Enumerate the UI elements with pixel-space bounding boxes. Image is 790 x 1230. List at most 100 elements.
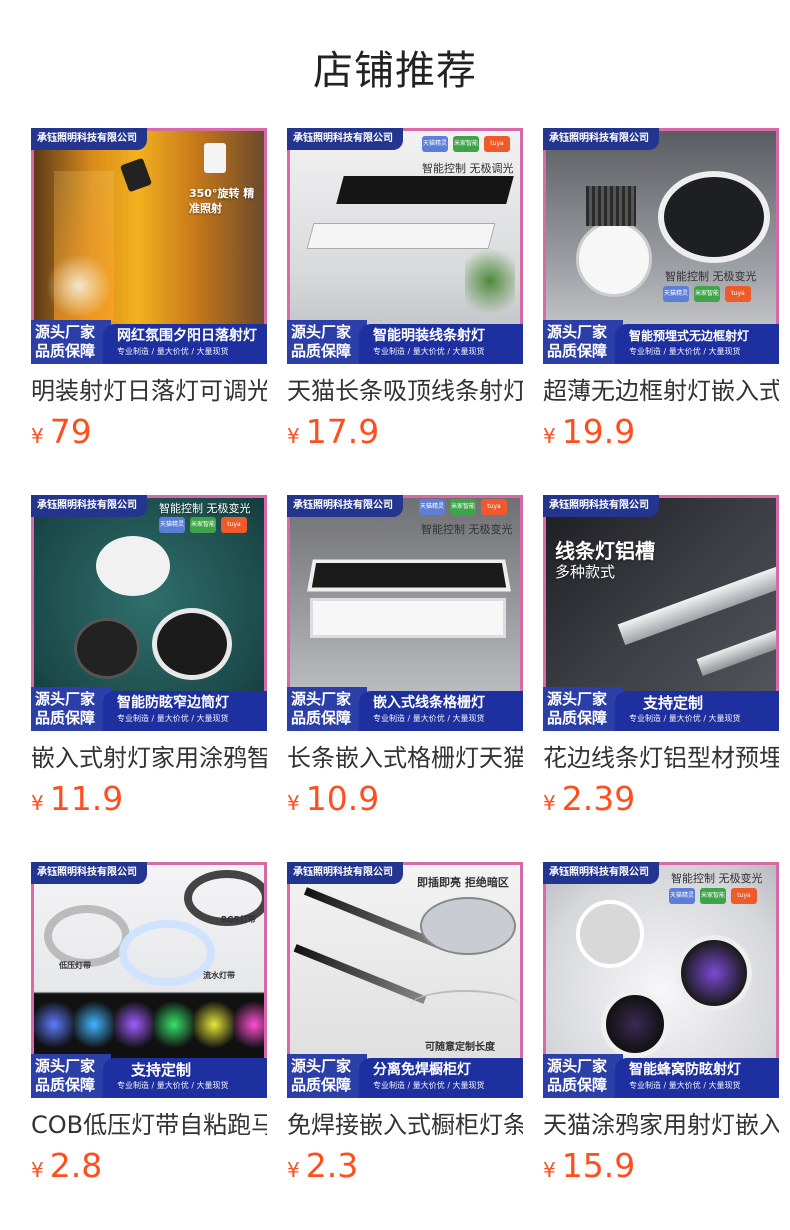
currency-symbol: ¥: [543, 791, 556, 815]
product-price: ¥11.9: [31, 779, 267, 825]
tmall-genie-icon: 天猫精灵: [419, 499, 445, 515]
product-card[interactable]: 承钰照明科技有限公司 线条灯铝槽 多种款式 源头厂家 品质保障 支持定制 专业制造 …: [543, 495, 779, 825]
banner-label: 品质保障: [547, 1076, 608, 1094]
product-name[interactable]: 天猫涂鸦家用射灯嵌入式: [543, 1110, 779, 1140]
product-card[interactable]: 承钰照明科技有限公司 智能控制 无极变光 天猫精灵 米家智能 tuya 源头厂家…: [543, 862, 779, 1192]
banner-label: 品质保障: [291, 1076, 352, 1094]
product-price: ¥10.9: [287, 779, 523, 825]
banner-subtitle: 专业制造 / 量大价优 / 大量现货: [373, 1081, 485, 1090]
product-grid: 承钰照明科技有限公司 350°旋转 精准照射 源头厂家 品质保障 网红氛围夕阳日落…: [0, 0, 790, 1230]
banner-subtitle: 专业制造 / 量大价优 / 大量现货: [117, 347, 229, 356]
image-caption: 智能控制 无极变光: [671, 872, 763, 885]
promo-banner: 源头厂家 品质保障 支持定制 专业制造 / 量大价优 / 大量现货: [31, 1054, 267, 1098]
banner-label: 源头厂家: [291, 323, 352, 341]
price-value: 19.9: [561, 412, 636, 451]
product-name[interactable]: 天猫长条吸顶线条射灯: [287, 376, 523, 406]
smart-home-badges: 天猫精灵 米家智能 tuya: [419, 499, 507, 515]
brand-tag: 承钰照明科技有限公司: [287, 862, 403, 884]
price-value: 79: [49, 412, 92, 451]
currency-symbol: ¥: [31, 424, 44, 448]
product-image[interactable]: 承钰照明科技有限公司 RGB灯带 低压灯带 流水灯带 源头厂家 品质保障 支持定制…: [31, 862, 267, 1098]
promo-banner: 源头厂家 品质保障 智能蜂窝防眩射灯 专业制造 / 量大价优 / 大量现货: [543, 1054, 779, 1098]
tuya-icon: tuya: [725, 286, 751, 302]
image-subcaption: 可随意定制长度: [425, 1042, 495, 1053]
product-price: ¥2.39: [543, 779, 779, 825]
brand-tag: 承钰照明科技有限公司: [543, 495, 659, 517]
brand-tag: 承钰照明科技有限公司: [287, 128, 403, 150]
price-value: 11.9: [49, 779, 124, 818]
banner-title: 智能蜂窝防眩射灯: [629, 1062, 741, 1078]
product-card[interactable]: 承钰照明科技有限公司 即插即亮 拒绝暗区 可随意定制长度 源头厂家 品质保障 分离…: [287, 862, 523, 1192]
product-card[interactable]: 承钰照明科技有限公司 智能控制 无极变光 天猫精灵 米家智能 tuya 源头厂家…: [31, 495, 267, 825]
product-name[interactable]: 超薄无边框射灯嵌入式: [543, 376, 779, 406]
product-price: ¥2.8: [31, 1146, 267, 1192]
mijia-icon: 米家智能: [694, 286, 720, 302]
product-name[interactable]: 明装射灯日落灯可调光: [31, 376, 267, 406]
product-price: ¥17.9: [287, 412, 523, 458]
product-image[interactable]: 承钰照明科技有限公司 智能控制 无极变光 天猫精灵 米家智能 tuya 源头厂家…: [543, 862, 779, 1098]
image-caption: 智能控制 无极调光: [422, 162, 514, 175]
image-caption: 即插即亮 拒绝暗区: [417, 876, 509, 889]
product-card[interactable]: 承钰照明科技有限公司 智能控制 无极变光 天猫精灵 米家智能 tuya 源头厂家…: [543, 128, 779, 458]
product-name[interactable]: 免焊接嵌入式橱柜灯条: [287, 1110, 523, 1140]
product-card[interactable]: 承钰照明科技有限公司 RGB灯带 低压灯带 流水灯带 源头厂家 品质保障 支持定制…: [31, 862, 267, 1192]
price-value: 10.9: [305, 779, 380, 818]
currency-symbol: ¥: [543, 1158, 556, 1182]
tmall-genie-icon: 天猫精灵: [669, 888, 695, 904]
image-subcaption: 流水灯带: [203, 971, 235, 980]
tuya-icon: tuya: [481, 499, 507, 515]
product-card[interactable]: 承钰照明科技有限公司 350°旋转 精准照射 源头厂家 品质保障 网红氛围夕阳日落…: [31, 128, 267, 458]
product-price: ¥19.9: [543, 412, 779, 458]
promo-banner: 源头厂家 品质保障 智能预埋式无边框射灯 专业制造 / 量大价优 / 大量现货: [543, 320, 779, 364]
currency-symbol: ¥: [287, 1158, 300, 1182]
promo-banner: 源头厂家 品质保障 智能明装线条射灯 专业制造 / 量大价优 / 大量现货: [287, 320, 523, 364]
banner-label: 源头厂家: [547, 690, 608, 708]
product-image[interactable]: 承钰照明科技有限公司 智能控制 无极变光 天猫精灵 米家智能 tuya 源头厂家…: [543, 128, 779, 364]
banner-subtitle: 专业制造 / 量大价优 / 大量现货: [373, 714, 485, 723]
product-image[interactable]: 承钰照明科技有限公司 天猫精灵 米家智能 tuya 智能控制 无极调光 源头厂家…: [287, 128, 523, 364]
image-caption: 智能控制 无极变光: [665, 270, 757, 283]
banner-title: 支持定制: [643, 694, 704, 712]
banner-label: 品质保障: [547, 342, 608, 360]
price-value: 17.9: [305, 412, 380, 451]
product-name[interactable]: 嵌入式射灯家用涂鸦智能: [31, 743, 267, 773]
banner-label: 品质保障: [291, 709, 352, 727]
image-caption: 智能控制 无极变光: [159, 502, 251, 515]
banner-label: 品质保障: [35, 709, 96, 727]
product-name[interactable]: 花边线条灯铝型材预埋: [543, 743, 779, 773]
banner-label: 源头厂家: [35, 323, 96, 341]
promo-banner: 源头厂家 品质保障 支持定制 专业制造 / 量大价优 / 大量现货: [543, 687, 779, 731]
image-caption: RGB灯带: [221, 915, 256, 924]
price-value: 15.9: [561, 1146, 636, 1185]
tuya-icon: tuya: [221, 517, 247, 533]
product-card[interactable]: 承钰照明科技有限公司 天猫精灵 米家智能 tuya 智能控制 无极变光 源头厂家…: [287, 495, 523, 825]
tmall-genie-icon: 天猫精灵: [663, 286, 689, 302]
banner-label: 源头厂家: [35, 690, 96, 708]
banner-label: 品质保障: [291, 342, 352, 360]
product-price: ¥2.3: [287, 1146, 523, 1192]
banner-subtitle: 专业制造 / 量大价优 / 大量现货: [629, 347, 741, 356]
product-name[interactable]: COB低压灯带自粘跑马: [31, 1110, 267, 1140]
banner-label: 源头厂家: [291, 690, 352, 708]
product-image[interactable]: 承钰照明科技有限公司 350°旋转 精准照射 源头厂家 品质保障 网红氛围夕阳日落…: [31, 128, 267, 364]
promo-banner: 源头厂家 品质保障 智能防眩窄边筒灯 专业制造 / 量大价优 / 大量现货: [31, 687, 267, 731]
product-image[interactable]: 承钰照明科技有限公司 即插即亮 拒绝暗区 可随意定制长度 源头厂家 品质保障 分离…: [287, 862, 523, 1098]
price-value: 2.8: [49, 1146, 103, 1185]
image-subcaption: 低压灯带: [59, 961, 91, 970]
brand-tag: 承钰照明科技有限公司: [543, 862, 659, 884]
price-value: 2.39: [561, 779, 636, 818]
product-image[interactable]: 承钰照明科技有限公司 天猫精灵 米家智能 tuya 智能控制 无极变光 源头厂家…: [287, 495, 523, 731]
product-card[interactable]: 承钰照明科技有限公司 天猫精灵 米家智能 tuya 智能控制 无极调光 源头厂家…: [287, 128, 523, 458]
banner-label: 源头厂家: [35, 1057, 96, 1075]
banner-subtitle: 专业制造 / 量大价优 / 大量现货: [629, 1081, 741, 1090]
promo-banner: 源头厂家 品质保障 网红氛围夕阳日落射灯 专业制造 / 量大价优 / 大量现货: [31, 320, 267, 364]
banner-label: 源头厂家: [291, 1057, 352, 1075]
banner-label: 品质保障: [35, 1076, 96, 1094]
smart-home-badges: 天猫精灵 米家智能 tuya: [422, 136, 510, 152]
brand-tag: 承钰照明科技有限公司: [31, 495, 147, 517]
banner-title: 智能防眩窄边筒灯: [117, 695, 229, 711]
product-name[interactable]: 长条嵌入式格栅灯天猫: [287, 743, 523, 773]
product-image[interactable]: 承钰照明科技有限公司 线条灯铝槽 多种款式 源头厂家 品质保障 支持定制 专业制造 …: [543, 495, 779, 731]
product-image[interactable]: 承钰照明科技有限公司 智能控制 无极变光 天猫精灵 米家智能 tuya 源头厂家…: [31, 495, 267, 731]
banner-title: 分离免焊橱柜灯: [373, 1062, 471, 1078]
